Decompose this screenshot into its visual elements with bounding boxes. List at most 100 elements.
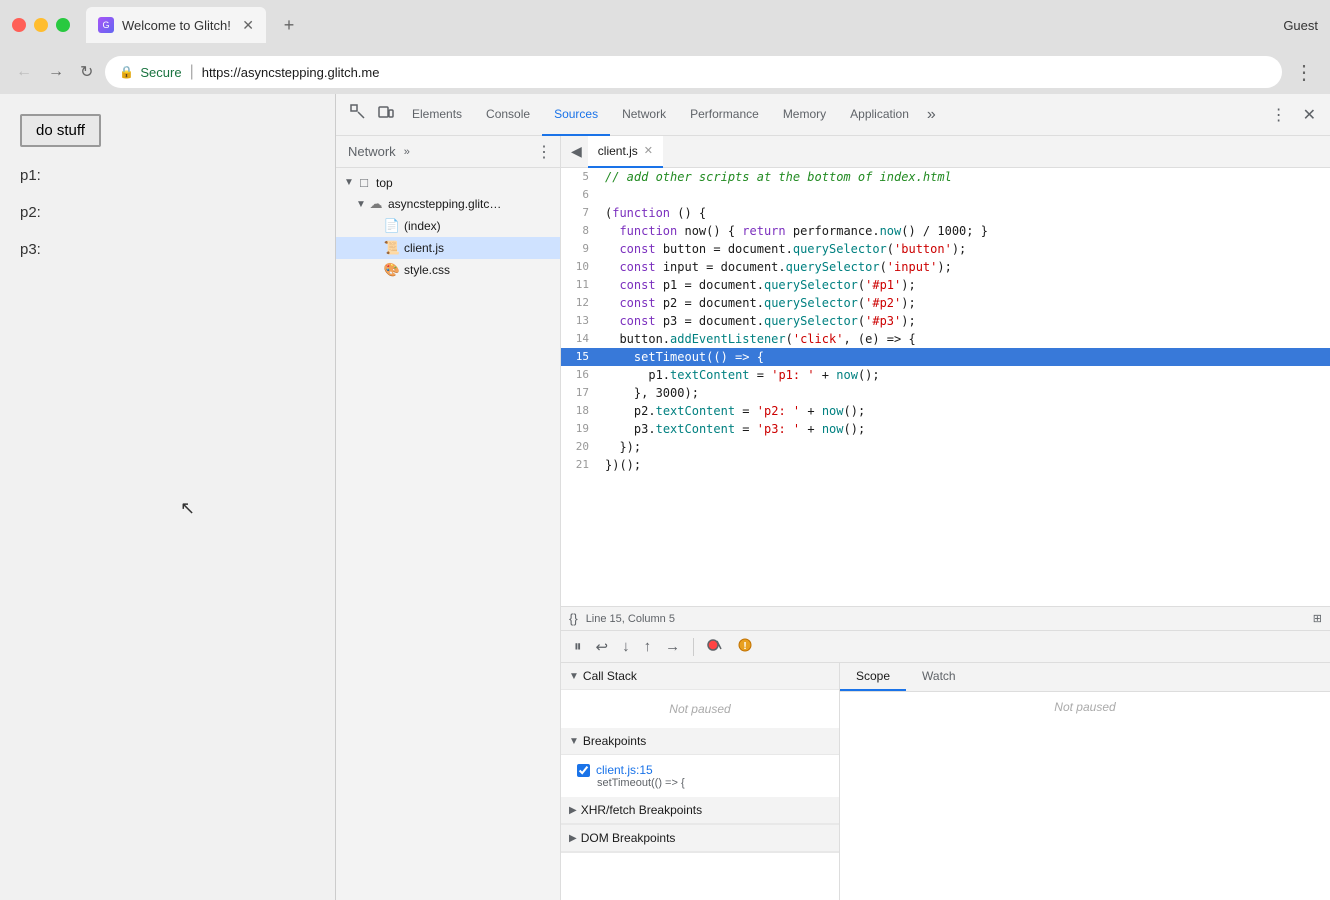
step-button[interactable]: → [660,635,685,658]
pause-button[interactable]: ⏸ [569,635,587,658]
devtools-actions: ⋮ ✕ [1265,101,1322,129]
tab-elements[interactable]: Elements [400,94,474,136]
tab-application[interactable]: Application [838,94,921,136]
code-line: 12 const p2 = document.querySelector('#p… [561,294,1330,312]
more-tabs-button[interactable]: » [921,102,942,128]
code-line: 16 p1.textContent = 'p1: ' + now(); [561,366,1330,384]
url-text: https://asyncstepping.glitch.me [202,65,380,80]
p2-label: p2: [20,204,315,221]
watch-scope-tabs: Scope Watch [840,663,1330,692]
step-over-button[interactable]: ↩ [591,635,614,659]
url-bar[interactable]: 🔒 Secure | https://asyncstepping.glitch.… [105,56,1282,88]
minimize-button[interactable] [34,18,48,32]
tree-arrow-top: ▼ [344,177,356,188]
breakpoints-section-header[interactable]: ▼ Breakpoints [561,728,839,755]
dom-section: ▶ DOM Breakpoints [561,825,839,853]
dom-breakpoints-title: DOM Breakpoints [581,831,676,845]
xhr-arrow-icon: ▶ [569,805,577,816]
code-line: 20 }); [561,438,1330,456]
cursor-position: Line 15, Column 5 [586,613,1305,625]
code-line: 17 }, 3000); [561,384,1330,402]
xhr-breakpoints-header[interactable]: ▶ XHR/fetch Breakpoints [561,797,839,824]
pretty-print-icon[interactable]: {} [569,611,578,626]
code-tab-clientjs[interactable]: client.js ✕ [588,136,663,168]
debug-body: ▼ Call Stack Not paused ▼ Breakpoints [561,663,1330,900]
collapse-panel-button[interactable]: ◀ [565,141,588,162]
page-content: do stuff p1: p2: p3: ↖ [0,94,335,900]
dom-breakpoints-header[interactable]: ▶ DOM Breakpoints [561,825,839,852]
title-bar: G Welcome to Glitch! ✕ + Guest [0,0,1330,50]
main-content: do stuff p1: p2: p3: ↖ Elements Console … [0,94,1330,900]
tab-sources[interactable]: Sources [542,94,610,136]
pause-on-exception-button[interactable]: ! [732,635,758,659]
maximize-button[interactable] [56,18,70,32]
mouse-cursor-icon: ↖ [180,498,195,519]
sources-menu-icon[interactable]: ⋮ [536,142,552,162]
code-tab-close-icon[interactable]: ✕ [644,144,653,157]
tab-memory[interactable]: Memory [771,94,838,136]
tab-performance[interactable]: Performance [678,94,771,136]
tab-title: Welcome to Glitch! [122,18,234,33]
close-button[interactable] [12,18,26,32]
devtools-panel: Elements Console Sources Network Perform… [335,94,1330,900]
file-tree: ▼ □ top ▼ ☁ asyncstepping.glitc… 📄 ( [336,168,560,900]
tab-close-icon[interactable]: ✕ [242,17,254,34]
call-stack-title: Call Stack [583,669,637,683]
code-line: 5 // add other scripts at the bottom of … [561,168,1330,186]
step-out-button[interactable]: ↑ [639,635,657,658]
debug-left-panel: ▼ Call Stack Not paused ▼ Breakpoints [561,663,840,900]
code-line: 14 button.addEventListener('click', (e) … [561,330,1330,348]
toolbar-separator [693,638,694,656]
code-statusbar: {} Line 15, Column 5 ⊞ [561,606,1330,630]
watch-tab[interactable]: Watch [906,663,972,691]
code-line: 19 p3.textContent = 'p3: ' + now(); [561,420,1330,438]
close-devtools-icon[interactable]: ✕ [1297,101,1322,129]
forward-button[interactable]: → [44,59,68,85]
code-editor[interactable]: 5 // add other scripts at the bottom of … [561,168,1330,606]
debug-toolbar: ⏸ ↩ ↓ ↑ → ! [561,631,1330,663]
tree-item-clientjs[interactable]: 📜 client.js [336,237,560,259]
breakpoints-title: Breakpoints [583,734,646,748]
tree-item-domain[interactable]: ▼ ☁ asyncstepping.glitc… [336,193,560,215]
html-file-icon: 📄 [384,218,400,234]
folder-icon: □ [356,175,372,190]
css-file-icon: 🎨 [384,262,400,278]
window-buttons [12,18,70,32]
reload-button[interactable]: ↻ [76,58,97,86]
js-file-icon: 📜 [384,240,400,256]
settings-icon[interactable]: ⋮ [1265,101,1293,129]
xhr-breakpoints-title: XHR/fetch Breakpoints [581,803,702,817]
scope-tab[interactable]: Scope [840,663,906,691]
back-button[interactable]: ← [12,59,36,85]
breakpoints-arrow-icon: ▼ [569,736,579,747]
tab-console[interactable]: Console [474,94,542,136]
tree-item-top[interactable]: ▼ □ top [336,172,560,193]
debug-right-panel: Scope Watch Not paused [840,663,1330,900]
step-into-button[interactable]: ↓ [617,635,635,658]
code-tab-label: client.js [598,144,638,158]
element-selector-icon[interactable] [344,100,372,129]
code-line: 9 const button = document.querySelector(… [561,240,1330,258]
deactivate-breakpoints-button[interactable] [702,635,728,659]
tree-item-stylecss[interactable]: 🎨 style.css [336,259,560,281]
browser-menu-button[interactable]: ⋮ [1290,56,1318,89]
code-tabs: ◀ client.js ✕ [561,136,1330,168]
call-stack-section-header[interactable]: ▼ Call Stack [561,663,839,690]
tree-arrow-domain: ▼ [356,199,368,210]
device-toggle-icon[interactable] [372,100,400,129]
tab-favicon: G [98,17,114,33]
breakpoint-file: client.js:15 [596,763,653,777]
secure-icon: 🔒 [119,65,134,79]
do-stuff-button[interactable]: do stuff [20,114,101,147]
tab-network[interactable]: Network [610,94,678,136]
call-stack-not-paused: Not paused [569,694,831,724]
browser-tab[interactable]: G Welcome to Glitch! ✕ [86,7,266,43]
sources-panel: Network » ⋮ ▼ □ top ▼ ☁ a [336,136,561,900]
console-toggle-icon[interactable]: ⊞ [1313,612,1322,625]
tree-item-index[interactable]: 📄 (index) [336,215,560,237]
code-line: 18 p2.textContent = 'p2: ' + now(); [561,402,1330,420]
code-line: 11 const p1 = document.querySelector('#p… [561,276,1330,294]
sources-more-button[interactable]: » [404,146,410,158]
new-tab-button[interactable]: + [274,10,304,40]
breakpoint-checkbox[interactable] [577,764,590,777]
